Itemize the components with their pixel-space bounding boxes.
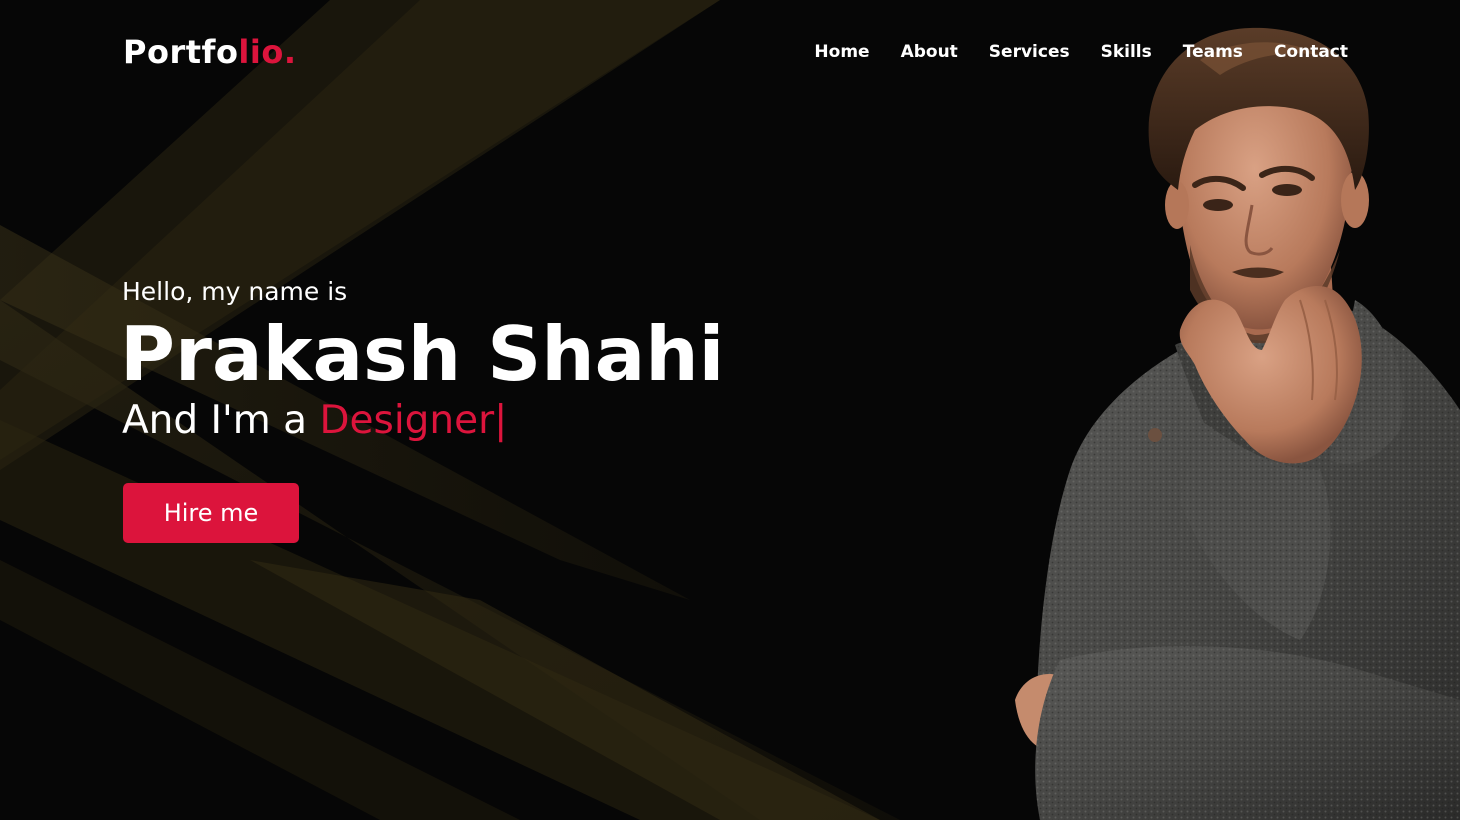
brand-logo-main: Portfo xyxy=(123,33,239,71)
nav-link-services[interactable]: Services xyxy=(989,42,1070,62)
nav-link-skills[interactable]: Skills xyxy=(1101,42,1152,62)
typing-cursor: | xyxy=(494,398,508,443)
nav-link-teams[interactable]: Teams xyxy=(1183,42,1243,62)
hero-role-prefix: And I'm a xyxy=(122,398,320,443)
nav-item-contact: Contact xyxy=(1274,40,1348,64)
nav-link-contact[interactable]: Contact xyxy=(1274,42,1348,62)
nav-menu: Home About Services Skills Teams Contact xyxy=(814,40,1348,64)
hero-role: And I'm a Designer| xyxy=(122,392,822,450)
nav-link-about[interactable]: About xyxy=(901,42,958,62)
hire-me-button[interactable]: Hire me xyxy=(123,483,299,543)
nav-link-home[interactable]: Home xyxy=(814,42,869,62)
hero-name: Prakash Shahi xyxy=(120,310,725,398)
portfolio-page: Portfolio. Home About Services Skills Te… xyxy=(0,0,1460,820)
nav-item-services: Services xyxy=(989,40,1070,64)
nav-item-about: About xyxy=(901,40,958,64)
hero-role-word: Designer xyxy=(319,398,495,443)
hero-section: Hello, my name is Prakash Shahi And I'm … xyxy=(120,272,822,450)
portrait-photo xyxy=(1015,27,1460,820)
nav-item-home: Home xyxy=(814,40,869,64)
nav-item-skills: Skills xyxy=(1101,40,1152,64)
navbar: Portfolio. Home About Services Skills Te… xyxy=(0,0,1460,104)
brand-logo[interactable]: Portfolio. xyxy=(123,30,297,74)
hero-greeting: Hello, my name is xyxy=(122,277,348,306)
nav-item-teams: Teams xyxy=(1183,40,1243,64)
brand-logo-accent: lio. xyxy=(238,33,297,71)
